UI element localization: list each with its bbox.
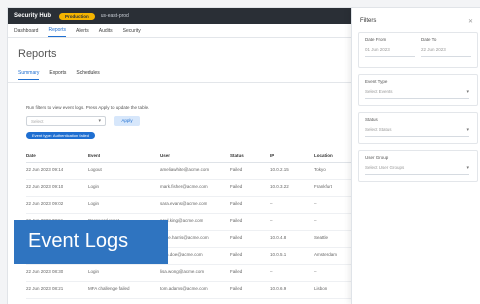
- nav-dashboard[interactable]: Dashboard: [14, 28, 38, 37]
- col-status[interactable]: Status: [230, 153, 244, 158]
- table-cell: 10.0.3.22: [270, 184, 289, 189]
- date-card: Date From Date To 01 Jun 2023 22 Jun 202…: [358, 32, 478, 68]
- table-cell: 22 Jun 2023 08:21: [26, 286, 64, 291]
- date-from-field[interactable]: 01 Jun 2023: [365, 47, 415, 57]
- close-icon[interactable]: ✕: [468, 18, 473, 25]
- table-cell: 22 Jun 2023 08:30: [26, 269, 64, 274]
- status-card: Status Select Status ▾: [358, 112, 478, 144]
- table-cell: –: [314, 218, 317, 223]
- apply-button[interactable]: Apply: [114, 116, 140, 126]
- table-cell: Seattle: [314, 235, 329, 240]
- chevron-down-icon: ▾: [466, 165, 469, 171]
- table-row[interactable]: 22 Jun 2023 09:10 Login mark.fisher@acme.c…: [26, 180, 351, 197]
- nav-security[interactable]: Security: [123, 28, 141, 37]
- table-cell: –: [270, 218, 273, 223]
- event-card: Event Type Select Events ▾: [358, 74, 478, 106]
- table-cell: Frankfurt: [314, 184, 333, 189]
- col-date[interactable]: Date: [26, 153, 36, 158]
- table-cell: Login: [88, 201, 100, 206]
- status-value: Select Status: [365, 127, 392, 132]
- table-cell: 10.0.2.15: [270, 167, 289, 172]
- table-cell: Failed: [230, 167, 243, 172]
- chevron-down-icon: ▾: [466, 127, 469, 133]
- table-header: Date Event User Status IP Location: [26, 149, 351, 163]
- brand-name[interactable]: Security Hub: [14, 13, 51, 19]
- top-bar: Security Hub Production us-east-prod: [8, 8, 351, 24]
- date-from-label: Date From: [365, 37, 387, 42]
- tab-summary[interactable]: Summary: [18, 70, 40, 80]
- event-value: Select Events: [365, 89, 393, 94]
- table-cell: Tokyo: [314, 167, 326, 172]
- environment-pill: Production: [59, 12, 95, 20]
- table-cell: lisa.wong@acme.com: [160, 269, 205, 274]
- col-ip[interactable]: IP: [270, 153, 274, 158]
- chevron-down-icon: ▾: [466, 89, 469, 95]
- chevron-down-icon: ▾: [98, 118, 101, 124]
- col-event[interactable]: Event: [88, 153, 100, 158]
- table-cell: 10.0.6.9: [270, 286, 287, 291]
- table-cell: 22 Jun 2023 09:14: [26, 167, 64, 172]
- date-to-field[interactable]: 22 Jun 2023: [421, 47, 471, 57]
- panel-title: Filters: [360, 18, 377, 24]
- active-filter-chip[interactable]: Event type: Authentication failed: [26, 132, 95, 139]
- user-group-card: User Group Select User Groups ▾: [358, 150, 478, 182]
- divider: [8, 82, 351, 83]
- table-cell: Login: [88, 184, 100, 189]
- table-cell: mark.fisher@acme.com: [160, 184, 208, 189]
- table-cell: 10.0.4.8: [270, 235, 287, 240]
- filter-select[interactable]: Select ▾: [26, 116, 106, 126]
- table-cell: 22 Jun 2023 09:02: [26, 201, 64, 206]
- date-to-label: Date To: [421, 37, 437, 42]
- nav-alerts[interactable]: Alerts: [76, 28, 89, 37]
- col-user[interactable]: User: [160, 153, 170, 158]
- table-row[interactable]: 22 Jun 2023 08:30 Login lisa.wong@acme.com…: [26, 265, 351, 282]
- table-cell: MFA challenge failed: [88, 286, 130, 291]
- status-select[interactable]: Select Status ▾: [365, 127, 469, 137]
- environment-name: us-east-prod: [100, 13, 129, 19]
- table-cell: –: [270, 201, 273, 206]
- table-cell: sara.evans@acme.com: [160, 201, 208, 206]
- table-cell: Failed: [230, 218, 243, 223]
- nav-reports[interactable]: Reports: [48, 27, 66, 37]
- table-row[interactable]: 22 Jun 2023 09:14 Logout ameliawhite@acme.…: [26, 163, 351, 180]
- table-cell: –: [270, 269, 273, 274]
- table-cell: Failed: [230, 235, 243, 240]
- table-cell: ameliawhite@acme.com: [160, 167, 210, 172]
- badge-label: Event Logs: [28, 230, 129, 252]
- table-cell: Amsterdam: [314, 252, 338, 257]
- filters-panel: Filters ✕ Date From Date To 01 Jun 2023 …: [351, 8, 480, 304]
- table-cell: Failed: [230, 252, 243, 257]
- event-logs-badge: Event Logs: [14, 220, 168, 264]
- page-title: Reports: [18, 48, 57, 60]
- table-cell: Failed: [230, 184, 243, 189]
- sub-tabs: Summary Exports Schedules: [18, 70, 110, 80]
- user-group-label: User Group: [365, 155, 389, 160]
- app-window: Security Hub Production us-east-prod Das…: [8, 8, 480, 304]
- table-cell: Failed: [230, 201, 243, 206]
- table-cell: 22 Jun 2023 09:10: [26, 184, 64, 189]
- main-nav: Dashboard Reports Alerts Audits Security: [8, 24, 351, 38]
- nav-audits[interactable]: Audits: [99, 28, 113, 37]
- table-cell: Lisbon: [314, 286, 328, 291]
- user-group-value: Select User Groups: [365, 165, 405, 170]
- table-cell: tom.adams@acme.com: [160, 286, 208, 291]
- table-cell: –: [314, 201, 317, 206]
- filter-hint: Run filters to view event logs. Press Ap…: [26, 105, 150, 110]
- table-row[interactable]: 22 Jun 2023 09:02 Login sara.evans@acme.co…: [26, 197, 351, 214]
- table-cell: 10.0.5.1: [270, 252, 287, 257]
- filter-select-placeholder: Select: [31, 119, 44, 124]
- event-label: Event Type: [365, 79, 388, 84]
- col-location[interactable]: Location: [314, 153, 333, 158]
- event-select[interactable]: Select Events ▾: [365, 89, 469, 99]
- table-cell: Logout: [88, 167, 102, 172]
- table-cell: Failed: [230, 286, 243, 291]
- tab-exports[interactable]: Exports: [49, 70, 66, 80]
- table-cell: –: [314, 269, 317, 274]
- table-row[interactable]: 22 Jun 2023 08:21 MFA challenge failed tom…: [26, 282, 351, 299]
- table-cell: Failed: [230, 269, 243, 274]
- user-group-select[interactable]: Select User Groups ▾: [365, 165, 469, 175]
- table-cell: Login: [88, 269, 100, 274]
- tab-schedules[interactable]: Schedules: [76, 70, 99, 80]
- status-label: Status: [365, 117, 378, 122]
